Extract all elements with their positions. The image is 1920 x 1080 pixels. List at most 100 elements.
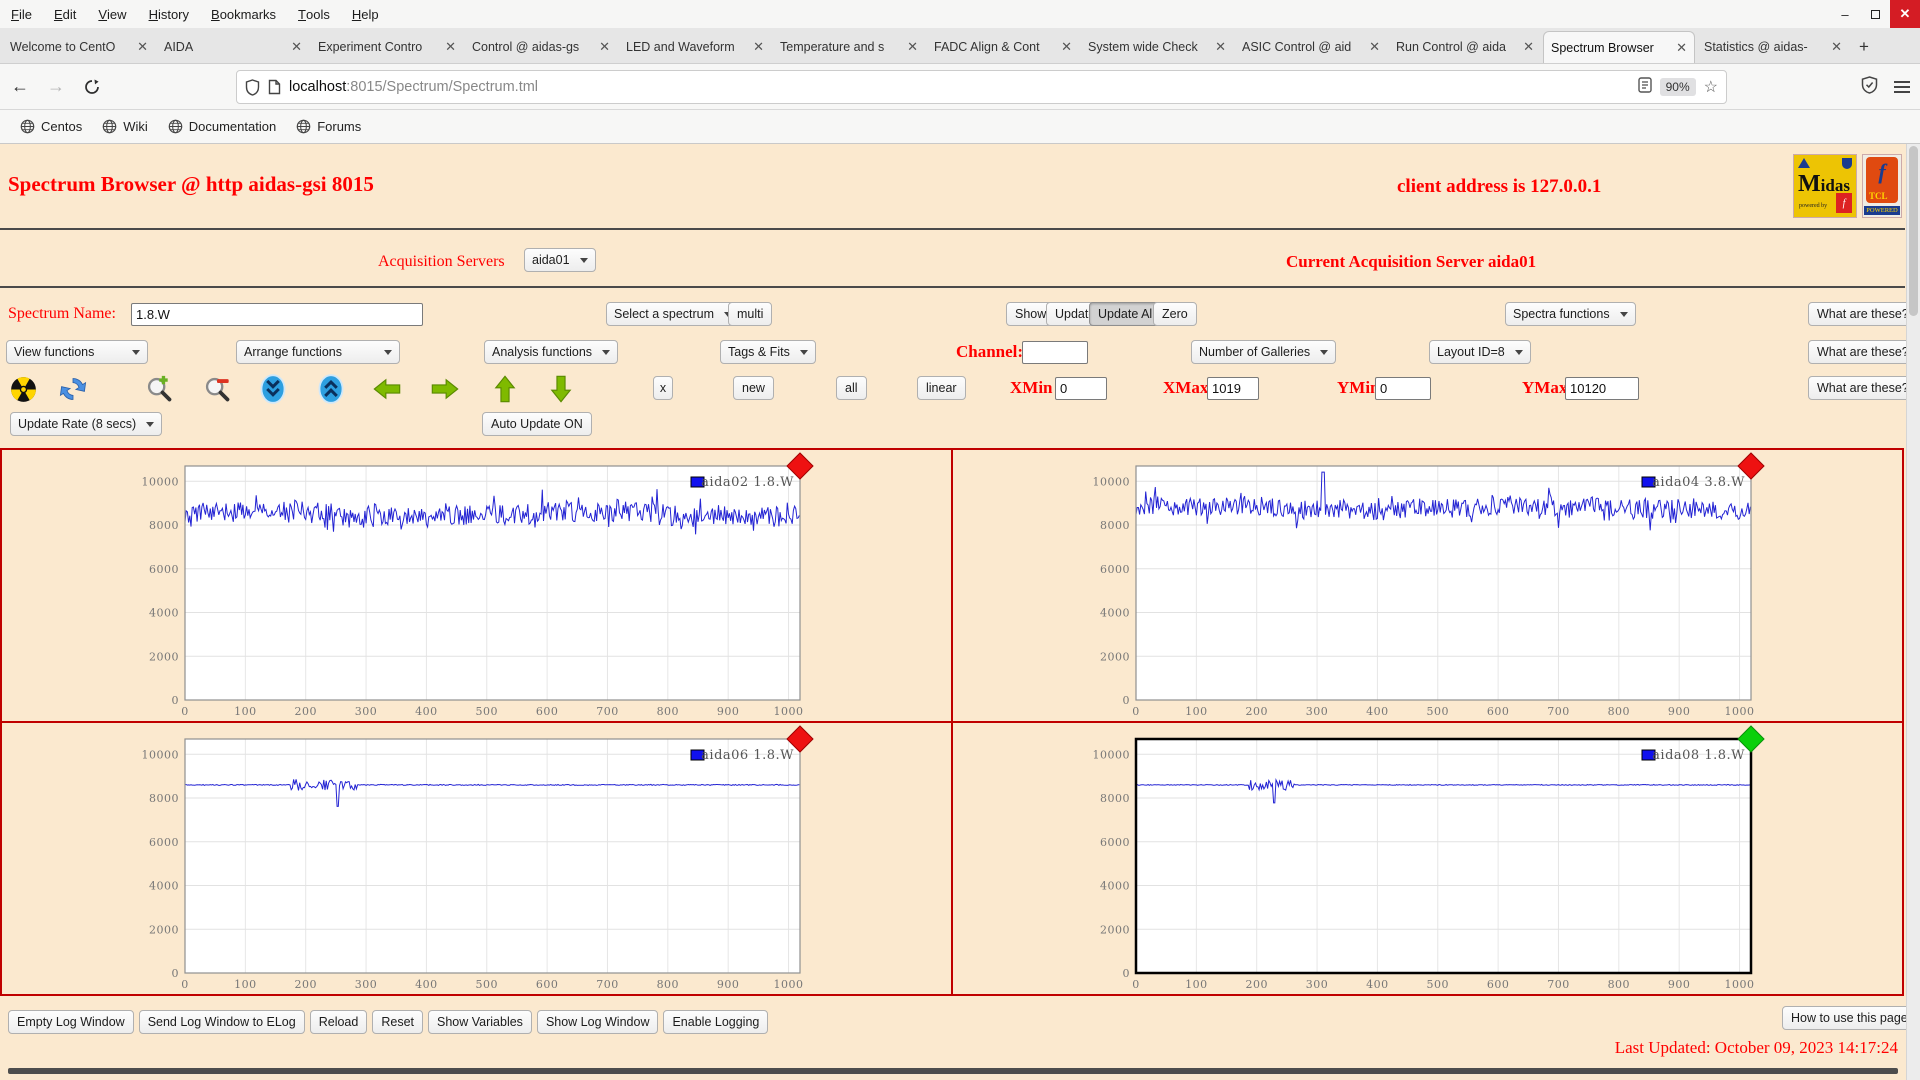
spectrum-plot[interactable]: 0 100 200 300 400 500 600 700 800 900 100002000400… (142, 452, 825, 718)
zoom-out-icon[interactable] (202, 372, 232, 406)
tab-close-icon[interactable]: ✕ (902, 39, 918, 55)
spectrum-plot[interactable]: 0 100 200 300 400 500 600 700 800 900 100002000400… (1093, 452, 1776, 718)
spectrum-plot[interactable]: 0 100 200 300 400 500 600 700 800 900 100002000400… (142, 725, 825, 991)
tags-fits-select[interactable]: Tags & Fits (720, 340, 816, 364)
auto-update-button[interactable]: Auto Update ON (482, 412, 592, 436)
what-are-these-button-1[interactable]: What are these? (1808, 302, 1918, 326)
what-are-these-button-3[interactable]: What are these? (1808, 376, 1918, 400)
empty-log-window-button[interactable]: Empty Log Window (8, 1010, 134, 1034)
log-window-divider[interactable] (8, 1068, 1898, 1074)
how-to-use-button[interactable]: How to use this page (1782, 1006, 1917, 1030)
refresh-icon[interactable] (58, 372, 88, 406)
x-scale-button[interactable]: x (653, 376, 673, 400)
tab-close-icon[interactable]: ✕ (1518, 39, 1534, 55)
new-button[interactable]: new (733, 376, 774, 400)
arrow-left-icon[interactable] (372, 372, 402, 406)
zero-button[interactable]: Zero (1153, 302, 1197, 326)
tab-control-aidas-gs[interactable]: Control @ aidas-gs ✕ (465, 31, 617, 63)
menu-edit[interactable]: Edit (43, 0, 87, 28)
zoom-level-badge[interactable]: 90% (1659, 78, 1696, 96)
close-button[interactable]: ✕ (1890, 0, 1920, 28)
shield-icon[interactable] (245, 78, 260, 96)
bookmark-documentation[interactable]: Documentation (158, 110, 286, 143)
all-button[interactable]: all (836, 376, 867, 400)
tab-close-icon[interactable]: ✕ (1671, 40, 1687, 56)
enable-logging-button[interactable]: Enable Logging (663, 1010, 769, 1034)
tab-aida[interactable]: AIDA ✕ (157, 31, 309, 63)
bookmark-forums[interactable]: Forums (286, 110, 371, 143)
back-button[interactable]: ← (4, 71, 36, 103)
select-a-spectrum[interactable]: Select a spectrum (606, 302, 741, 326)
bookmark-centos[interactable]: Centos (10, 110, 92, 143)
arrow-right-icon[interactable] (430, 372, 460, 406)
bookmark-wiki[interactable]: Wiki (92, 110, 158, 143)
tab-asic-control-aid[interactable]: ASIC Control @ aid ✕ (1235, 31, 1387, 63)
linear-button[interactable]: linear (917, 376, 966, 400)
reload-button[interactable]: Reload (309, 1010, 368, 1034)
analysis-functions-select[interactable]: Analysis functions (484, 340, 619, 364)
arrow-up-icon[interactable] (490, 372, 520, 406)
radiation-icon[interactable] (8, 372, 38, 406)
tab-close-icon[interactable]: ✕ (1826, 39, 1842, 55)
protections-shield-icon[interactable] (1861, 75, 1878, 99)
arrange-functions-select[interactable]: Arrange functions (236, 340, 400, 364)
tab-spectrum-browser[interactable]: Spectrum Browser ✕ (1543, 31, 1695, 63)
multi-button[interactable]: multi (728, 302, 773, 326)
spectra-functions-select[interactable]: Spectra functions (1505, 302, 1636, 326)
tab-run-control-aida[interactable]: Run Control @ aida ✕ (1389, 31, 1541, 63)
what-are-these-button-2[interactable]: What are these? (1808, 340, 1918, 364)
page-scrollbar[interactable] (1906, 144, 1920, 1080)
scroll-down-icon[interactable] (258, 372, 288, 406)
forward-button[interactable]: → (40, 71, 72, 103)
menu-bookmarks[interactable]: Bookmarks (200, 0, 287, 28)
arrow-down-icon[interactable] (546, 372, 576, 406)
ymax-input[interactable] (1565, 377, 1639, 400)
new-tab-button[interactable]: + (1850, 33, 1878, 61)
tab-close-icon[interactable]: ✕ (594, 39, 610, 55)
update-rate-select[interactable]: Update Rate (8 secs) (10, 412, 163, 436)
view-functions-select[interactable]: View functions (6, 340, 148, 364)
menu-view[interactable]: View (87, 0, 137, 28)
menu-file[interactable]: File (0, 0, 43, 28)
tab-close-icon[interactable]: ✕ (748, 39, 764, 55)
show-variables-button[interactable]: Show Variables (428, 1010, 532, 1034)
ymin-input[interactable] (1375, 377, 1431, 400)
menu-tools[interactable]: Tools (287, 0, 341, 28)
tab-close-icon[interactable]: ✕ (1364, 39, 1380, 55)
tab-led-and-waveform[interactable]: LED and Waveform ✕ (619, 31, 771, 63)
show-log-window-button[interactable]: Show Log Window (536, 1010, 659, 1034)
menu-history[interactable]: History (138, 0, 200, 28)
zoom-in-icon[interactable] (144, 372, 174, 406)
tab-statistics-aidas-[interactable]: Statistics @ aidas- ✕ (1697, 31, 1849, 63)
acquisition-server-select[interactable]: aida01 (524, 248, 596, 272)
send-log-window-to-elog-button[interactable]: Send Log Window to ELog (138, 1010, 305, 1034)
tab-close-icon[interactable]: ✕ (286, 39, 302, 55)
tab-close-icon[interactable]: ✕ (440, 39, 456, 55)
minimize-button[interactable]: – (1830, 0, 1860, 28)
tab-system-wide-check[interactable]: System wide Check ✕ (1081, 31, 1233, 63)
tab-close-icon[interactable]: ✕ (1210, 39, 1226, 55)
tab-fadc-align-cont[interactable]: FADC Align & Cont ✕ (927, 31, 1079, 63)
spectrum-name-input[interactable] (131, 303, 423, 326)
layout-id-select[interactable]: Layout ID=8 (1429, 340, 1531, 364)
scroll-up-icon[interactable] (316, 372, 346, 406)
spectrum-plot[interactable]: 0 100 200 300 400 500 600 700 800 900 100002000400… (1093, 725, 1776, 991)
url-bar[interactable]: localhost:8015/Spectrum/Spectrum.tml 90%… (236, 70, 1727, 104)
tab-close-icon[interactable]: ✕ (1056, 39, 1072, 55)
channel-input[interactable] (1022, 341, 1088, 364)
number-of-galleries-select[interactable]: Number of Galleries (1191, 340, 1337, 364)
bookmark-star-icon[interactable]: ☆ (1704, 77, 1718, 97)
reset-button[interactable]: Reset (372, 1010, 423, 1034)
maximize-button[interactable] (1860, 0, 1890, 28)
xmin-input[interactable] (1055, 377, 1107, 400)
url-text[interactable]: localhost:8015/Spectrum/Spectrum.tml (289, 79, 1638, 95)
tab-temperature-and-s[interactable]: Temperature and s ✕ (773, 31, 925, 63)
menu-help[interactable]: Help (341, 0, 390, 28)
tab-close-icon[interactable]: ✕ (132, 39, 148, 55)
tab-experiment-contro[interactable]: Experiment Contro ✕ (311, 31, 463, 63)
reload-button[interactable] (76, 71, 108, 103)
xmax-input[interactable] (1207, 377, 1259, 400)
tab-welcome-to-cento[interactable]: Welcome to CentO ✕ (3, 31, 155, 63)
menu-hamburger-icon[interactable] (1894, 81, 1910, 93)
reader-mode-icon[interactable] (1637, 77, 1652, 97)
